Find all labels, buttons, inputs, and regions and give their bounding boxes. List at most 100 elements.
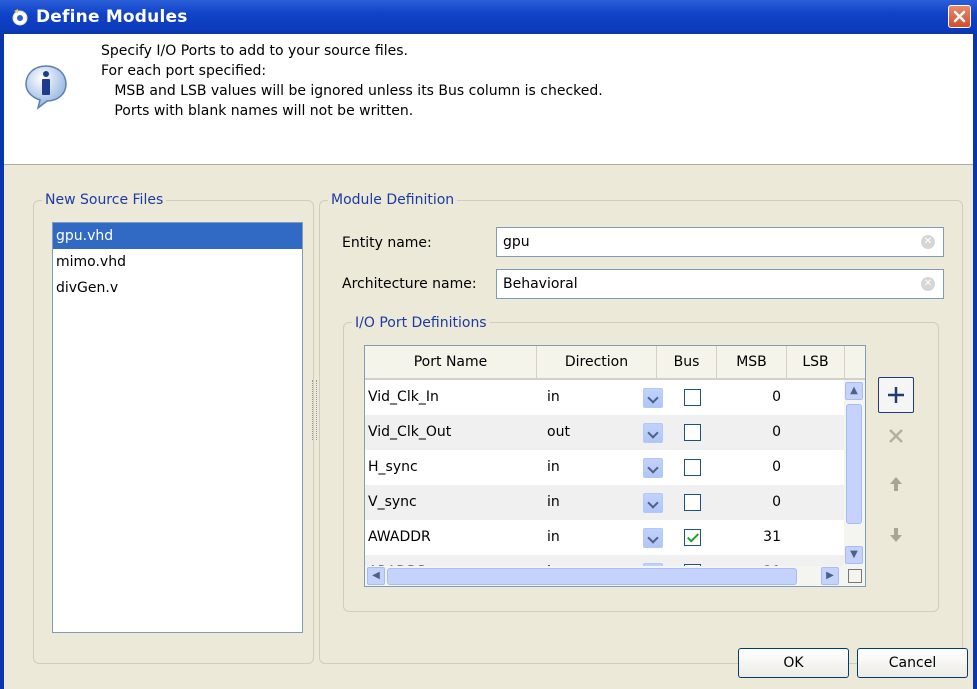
add-port-button[interactable] bbox=[878, 377, 914, 413]
bus-checkbox[interactable] bbox=[684, 459, 701, 476]
architecture-name-input[interactable]: Behavioral ✕ bbox=[496, 269, 944, 299]
lsb-cell[interactable] bbox=[787, 520, 843, 555]
entity-name-value: gpu bbox=[503, 234, 530, 250]
corner-icon bbox=[848, 569, 862, 583]
table-row[interactable]: Vid_Clk_Out out 0 bbox=[365, 415, 845, 450]
window-title: Define Modules bbox=[36, 7, 188, 27]
direction-cell[interactable]: in bbox=[547, 380, 663, 415]
column-header-msb[interactable]: MSB bbox=[717, 346, 787, 378]
scroll-down-button[interactable]: ▼ bbox=[845, 546, 863, 564]
direction-value: out bbox=[547, 424, 570, 440]
bus-checkbox[interactable] bbox=[684, 389, 701, 406]
column-header-port-name[interactable]: Port Name bbox=[365, 346, 537, 378]
table-row[interactable]: H_sync in 0 bbox=[365, 450, 845, 485]
lsb-cell[interactable] bbox=[787, 380, 843, 415]
window-frame-right bbox=[973, 34, 977, 689]
bus-cell bbox=[663, 485, 717, 520]
remove-icon bbox=[889, 429, 903, 443]
app-icon bbox=[12, 9, 28, 26]
horizontal-scrollbar[interactable]: ◀ ▶ bbox=[365, 566, 845, 586]
entity-name-input[interactable]: gpu ✕ bbox=[496, 227, 944, 257]
bus-checkbox[interactable] bbox=[684, 529, 701, 546]
architecture-name-label: Architecture name: bbox=[342, 276, 477, 292]
cancel-button[interactable]: Cancel bbox=[857, 648, 968, 678]
entity-name-label: Entity name: bbox=[342, 235, 432, 251]
direction-value: in bbox=[547, 494, 560, 510]
plus-icon bbox=[888, 387, 904, 403]
io-port-definitions-legend: I/O Port Definitions bbox=[352, 315, 490, 332]
info-message: Specify I/O Ports to add to your source … bbox=[101, 41, 603, 121]
architecture-name-value: Behavioral bbox=[503, 276, 578, 292]
close-button[interactable] bbox=[948, 5, 971, 28]
chevron-down-icon[interactable] bbox=[643, 458, 663, 478]
source-files-list[interactable]: gpu.vhd mimo.vhd divGen.v bbox=[52, 222, 303, 633]
info-line: MSB and LSB values will be ignored unles… bbox=[101, 83, 603, 99]
new-source-files-legend: New Source Files bbox=[42, 192, 167, 209]
port-name-cell[interactable]: V_sync bbox=[368, 485, 536, 520]
close-icon bbox=[953, 10, 966, 23]
direction-cell[interactable]: in bbox=[547, 520, 663, 555]
port-name-cell[interactable]: Vid_Clk_In bbox=[368, 380, 536, 415]
port-name-cell[interactable]: H_sync bbox=[368, 450, 536, 485]
module-definition-legend: Module Definition bbox=[328, 192, 458, 209]
column-header-lsb[interactable]: LSB bbox=[787, 346, 845, 378]
bus-checkbox[interactable] bbox=[684, 424, 701, 441]
splitter-handle[interactable] bbox=[312, 380, 317, 440]
port-name-cell[interactable]: AWADDR bbox=[368, 520, 536, 555]
bus-cell bbox=[663, 450, 717, 485]
ok-button[interactable]: OK bbox=[738, 648, 849, 678]
list-item[interactable]: mimo.vhd bbox=[53, 249, 302, 275]
column-header-direction[interactable]: Direction bbox=[537, 346, 657, 378]
bus-checkbox[interactable] bbox=[684, 494, 701, 511]
vertical-scrollbar[interactable]: ▲ ▼ bbox=[844, 380, 865, 566]
table-row[interactable]: Vid_Clk_In in 0 bbox=[365, 380, 845, 415]
bus-cell bbox=[663, 415, 717, 450]
list-item[interactable]: gpu.vhd bbox=[53, 223, 302, 249]
title-bar: Define Modules bbox=[0, 0, 977, 34]
chevron-down-icon[interactable] bbox=[643, 493, 663, 513]
direction-cell[interactable]: out bbox=[547, 415, 663, 450]
msb-cell[interactable]: 0 bbox=[717, 450, 785, 485]
info-line: Specify I/O Ports to add to your source … bbox=[101, 43, 408, 59]
table-header: Port Name Direction Bus MSB LSB bbox=[365, 346, 865, 380]
move-up-button[interactable] bbox=[878, 467, 914, 503]
msb-cell[interactable]: 0 bbox=[717, 485, 785, 520]
bus-cell bbox=[663, 520, 717, 555]
port-name-cell[interactable]: Vid_Clk_Out bbox=[368, 415, 536, 450]
info-panel: Specify I/O Ports to add to your source … bbox=[4, 34, 973, 165]
bus-cell bbox=[663, 380, 717, 415]
chevron-down-icon[interactable] bbox=[643, 388, 663, 408]
lsb-cell[interactable] bbox=[787, 485, 843, 520]
arrow-down-icon bbox=[890, 528, 902, 542]
clear-icon[interactable]: ✕ bbox=[921, 277, 935, 291]
horizontal-scroll-thumb[interactable] bbox=[387, 568, 797, 585]
scroll-right-button[interactable]: ▶ bbox=[821, 567, 839, 585]
arrow-up-icon bbox=[890, 477, 902, 491]
chevron-down-icon[interactable] bbox=[643, 528, 663, 548]
io-ports-table[interactable]: Port Name Direction Bus MSB LSB Vid_Clk_… bbox=[364, 345, 866, 587]
msb-cell[interactable]: 0 bbox=[717, 415, 785, 450]
lsb-cell[interactable] bbox=[787, 415, 843, 450]
info-line: For each port specified: bbox=[101, 63, 267, 79]
lsb-cell[interactable] bbox=[787, 450, 843, 485]
direction-cell[interactable]: in bbox=[547, 485, 663, 520]
direction-value: in bbox=[547, 529, 560, 545]
chevron-down-icon[interactable] bbox=[643, 423, 663, 443]
column-header-bus[interactable]: Bus bbox=[657, 346, 717, 378]
direction-value: in bbox=[547, 459, 560, 475]
table-row[interactable]: AWADDR in 31 bbox=[365, 520, 845, 555]
direction-cell[interactable]: in bbox=[547, 450, 663, 485]
vertical-scroll-thumb[interactable] bbox=[846, 404, 862, 524]
direction-value: in bbox=[547, 389, 560, 405]
msb-cell[interactable]: 31 bbox=[717, 520, 785, 555]
list-item[interactable]: divGen.v bbox=[53, 275, 302, 301]
scroll-left-button[interactable]: ◀ bbox=[367, 567, 385, 585]
info-icon bbox=[25, 65, 67, 110]
msb-cell[interactable]: 0 bbox=[717, 380, 785, 415]
scroll-up-button[interactable]: ▲ bbox=[845, 382, 863, 400]
scroll-corner bbox=[845, 566, 865, 586]
clear-icon[interactable]: ✕ bbox=[921, 235, 935, 249]
remove-port-button[interactable] bbox=[878, 419, 914, 455]
move-down-button[interactable] bbox=[878, 518, 914, 554]
table-row[interactable]: V_sync in 0 bbox=[365, 485, 845, 520]
